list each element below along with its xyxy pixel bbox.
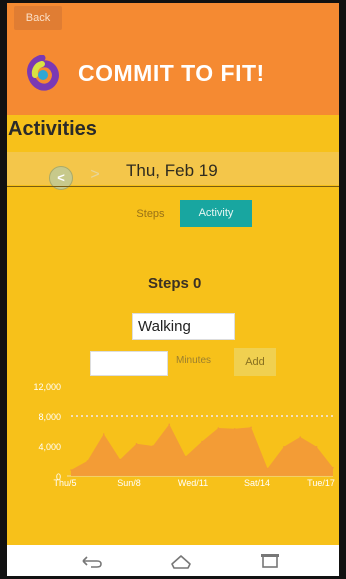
x-tick-label: Thu/5 <box>53 478 76 488</box>
data-point <box>168 423 171 426</box>
data-point <box>266 467 269 470</box>
add-button[interactable]: Add <box>234 348 276 376</box>
data-point <box>217 427 220 429</box>
steps-area <box>71 424 333 476</box>
data-point <box>102 433 105 435</box>
back-button[interactable]: Back <box>14 6 62 30</box>
y-tick-label: 4,000 <box>38 442 61 452</box>
activity-chart: 04,0008,00012,000Thu/5 Sun/8 Wed/11 Sat/14 T… <box>33 382 335 488</box>
brand-title: COMMIT TO FIT! <box>78 60 265 86</box>
minutes-input[interactable] <box>90 351 168 376</box>
x-tick-label: Sat/14 <box>244 478 270 488</box>
activity-type-field[interactable]: Walking <box>132 313 235 340</box>
recent-apps-icon[interactable] <box>258 552 282 570</box>
data-point <box>250 426 252 429</box>
data-point <box>315 445 318 448</box>
next-day-button[interactable]: > <box>86 164 104 186</box>
data-point <box>184 455 187 458</box>
data-point <box>299 436 302 438</box>
data-point <box>70 469 72 471</box>
x-tick-label: Tue/17 <box>307 478 335 488</box>
data-point <box>201 440 203 443</box>
data-point <box>233 427 236 430</box>
back-icon[interactable] <box>80 552 104 570</box>
system-navigation-bar <box>7 545 339 576</box>
tab-steps[interactable]: Steps <box>124 202 177 227</box>
home-icon[interactable] <box>169 552 193 570</box>
divider-bottom <box>7 186 339 187</box>
data-point <box>332 466 334 469</box>
data-point <box>86 460 89 462</box>
data-point <box>152 445 154 447</box>
x-tick-label: Sun/8 <box>117 478 141 488</box>
data-point <box>135 442 138 445</box>
y-tick-label: 12,000 <box>33 382 61 392</box>
data-point <box>283 445 285 448</box>
y-tick-label: 8,000 <box>38 412 61 422</box>
minutes-label: Minutes <box>176 355 212 366</box>
steps-count: Steps 0 <box>148 275 202 292</box>
x-tick-label: Wed/11 <box>178 478 208 488</box>
tab-activity[interactable]: Activity <box>180 200 252 227</box>
commit-to-fit-logo <box>27 55 59 91</box>
data-point <box>119 458 121 461</box>
current-date: Thu, Feb 19 <box>126 161 218 180</box>
page-title: Activities <box>8 118 97 140</box>
